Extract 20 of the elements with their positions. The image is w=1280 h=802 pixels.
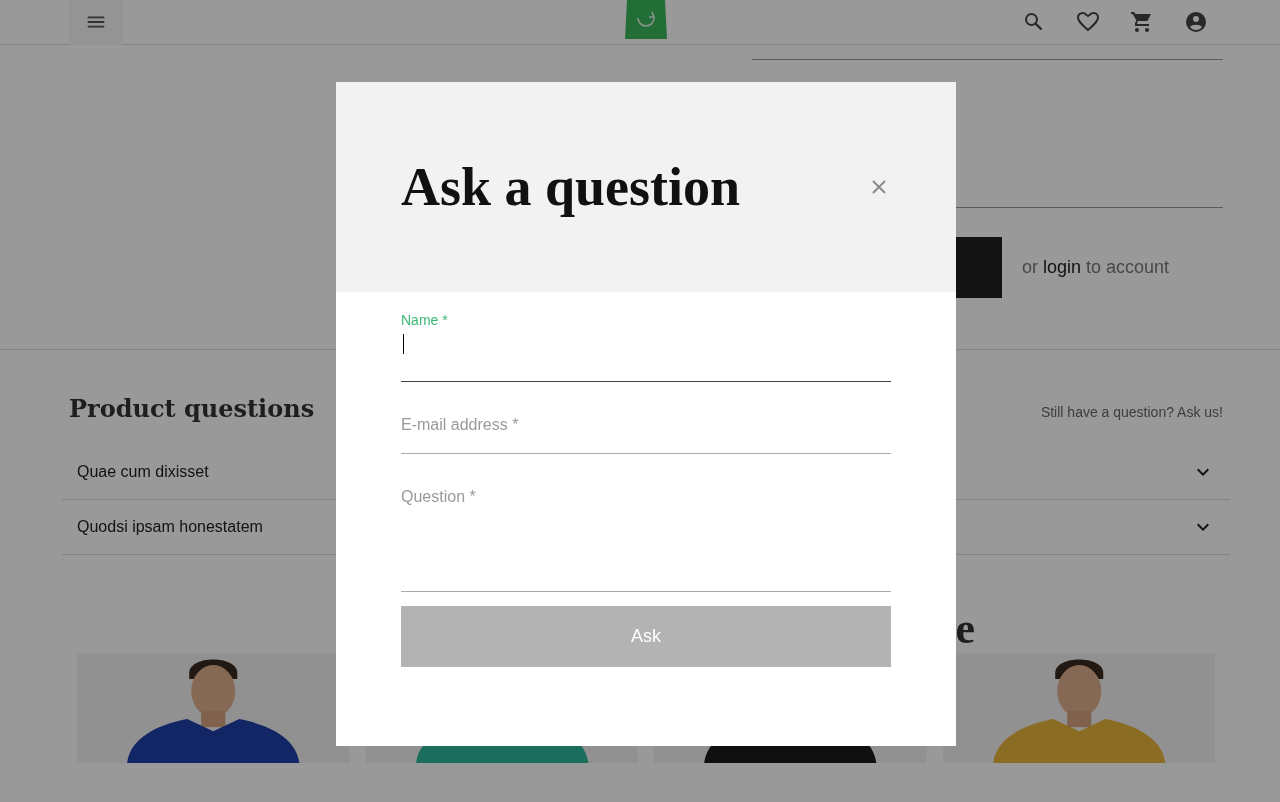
heart-icon[interactable]: [1076, 10, 1100, 34]
input-field[interactable]: E-mail address *: [401, 382, 891, 454]
cart-icon[interactable]: [1130, 10, 1154, 34]
login-link[interactable]: login: [1043, 257, 1082, 277]
login-note: or login to account: [1022, 257, 1170, 278]
question-label: Quae cum dixisset: [77, 463, 209, 481]
menu-button[interactable]: [69, 0, 123, 45]
question-label: Quodsi ipsam honestatem: [77, 518, 263, 536]
question-field[interactable]: Question *: [401, 454, 891, 592]
account-icon[interactable]: [1184, 10, 1208, 34]
field-label: E-mail address *: [401, 416, 519, 434]
heading-fragment: e: [955, 605, 975, 653]
ask-link[interactable]: Still have a question? Ask us!: [1040, 404, 1223, 420]
field-label: Name *: [401, 312, 448, 328]
text-cursor: [403, 334, 404, 354]
close-icon: [871, 179, 887, 195]
input-field[interactable]: Name *: [401, 310, 891, 382]
section-title: Product questions: [69, 394, 315, 423]
dialog-title: Ask a question: [401, 156, 741, 218]
field-label: Question *: [401, 488, 476, 506]
